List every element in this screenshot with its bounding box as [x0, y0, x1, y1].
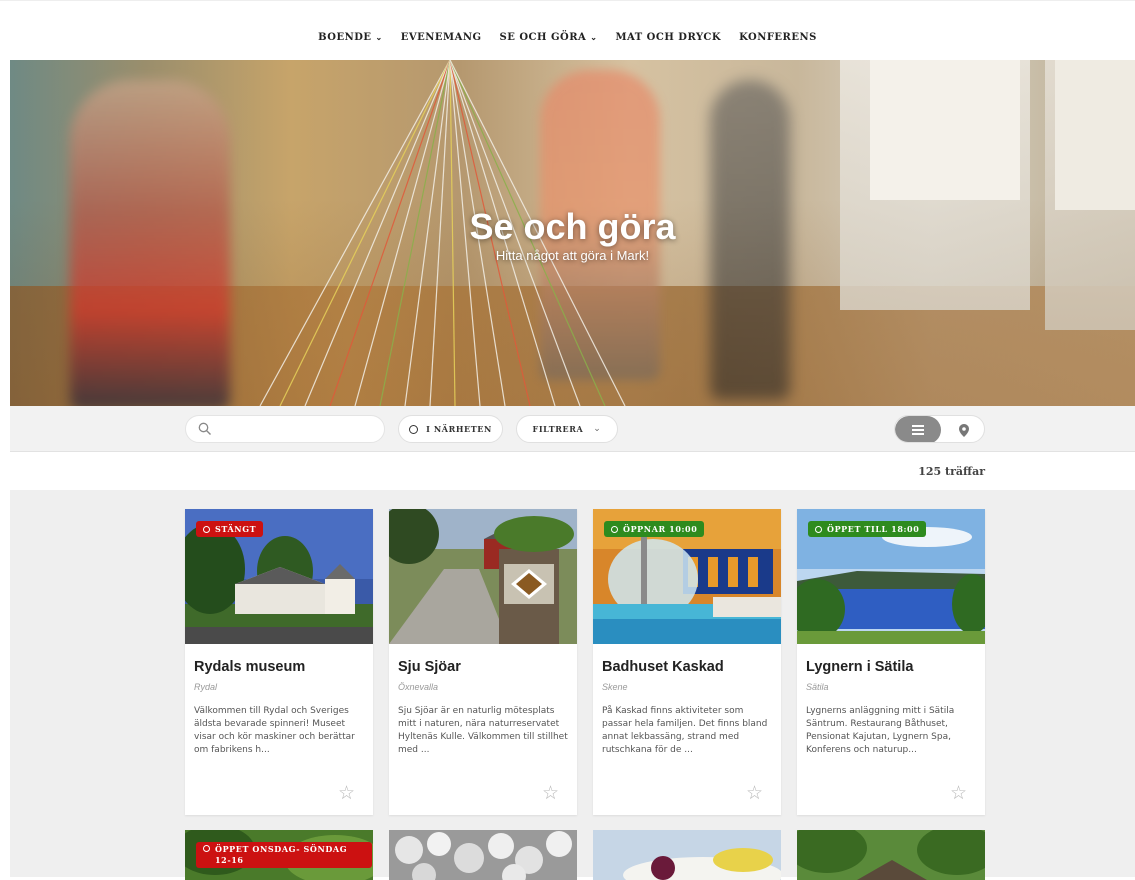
hero-title: Se och göra [469, 206, 676, 247]
chevron-down-icon: ⌄ [590, 32, 598, 42]
nav-item-boende[interactable]: BOENDE ⌄ [309, 32, 392, 43]
nearby-label: I NÄRHETEN [426, 424, 492, 434]
map-view-button[interactable] [941, 416, 984, 442]
clock-icon [611, 525, 618, 533]
card-grid: STÄNGT Rydals museum Rydal Välkommen til… [10, 490, 1135, 880]
nav-item-label: BOENDE [318, 31, 372, 43]
filter-dropdown[interactable]: FILTRERA ⌄ [516, 415, 618, 443]
card-image [389, 830, 577, 880]
nav-item-evenemang[interactable]: EVENEMANG [392, 32, 491, 43]
chevron-down-icon: ⌄ [593, 424, 602, 434]
card-badhuset-kaskad[interactable]: ÖPPNAR 10:00 Badhuset Kaskad Skene På Ka… [593, 509, 781, 815]
status-badge: ÖPPET ONSDAG- SÖNDAG 12-16 [196, 842, 372, 868]
card-title: Sju Sjöar [398, 659, 461, 675]
nav-item-label: EVENEMANG [400, 31, 482, 43]
status-badge: ÖPPNAR 10:00 [604, 521, 705, 537]
card-rydals-museum[interactable]: STÄNGT Rydals museum Rydal Välkommen til… [185, 509, 373, 815]
status-badge-label: ÖPPNAR 10:00 [623, 524, 698, 534]
search-input[interactable] [185, 415, 385, 443]
favorite-star-icon[interactable]: ☆ [746, 784, 763, 803]
clock-icon [203, 525, 210, 533]
favorite-star-icon[interactable]: ☆ [542, 784, 559, 803]
nav-item-konferens[interactable]: KONFERENS [730, 32, 826, 43]
card-title: Badhuset Kaskad [602, 659, 724, 675]
filter-label: FILTRERA [532, 424, 584, 434]
hero-banner: Se och göra Hitta något att göra i Mark! [10, 60, 1135, 406]
nearby-button[interactable]: I NÄRHETEN [398, 415, 503, 443]
clock-icon [815, 525, 822, 533]
nav-menu: BOENDE ⌄ EVENEMANG SE OCH GÖRA ⌄ MAT OCH… [0, 13, 1135, 61]
status-badge-label: STÄNGT [215, 524, 257, 534]
nav-item-se-och-gora[interactable]: SE OCH GÖRA ⌄ [491, 32, 607, 43]
card-description: Välkommen till Rydal och Sveriges äldsta… [194, 706, 355, 755]
clock-icon [203, 845, 210, 852]
hero-hanging-cloth [870, 60, 1020, 200]
chevron-down-icon: ⌄ [375, 32, 383, 42]
location-circle-icon [409, 424, 419, 434]
card-description: På Kaskad finns aktiviteter som passar h… [602, 706, 768, 755]
status-badge-label: ÖPPET ONSDAG- SÖNDAG 12-16 [215, 844, 348, 865]
card-description: Sju Sjöar är en naturlig mötesplats mitt… [398, 706, 568, 755]
hero-hanging-cloth [1055, 60, 1135, 210]
top-navigation: BOENDE ⌄ EVENEMANG SE OCH GÖRA ⌄ MAT OCH… [0, 0, 1135, 60]
nav-item-label: MAT OCH DRYCK [615, 31, 722, 43]
result-count: 125 träffar [918, 465, 985, 478]
map-pin-icon [958, 423, 969, 437]
card-title: Rydals museum [194, 659, 306, 675]
search-icon [198, 422, 211, 435]
card-location: Skene [602, 682, 628, 692]
nav-item-label: KONFERENS [739, 31, 817, 43]
status-badge: ÖPPET TILL 18:00 [808, 521, 927, 537]
card-image [593, 830, 781, 880]
card-location: Sätila [806, 682, 829, 692]
card-location: Öxnevalla [398, 682, 439, 692]
hero-subtitle: Hitta något att göra i Mark! [495, 248, 650, 263]
nav-item-label: SE OCH GÖRA [499, 31, 587, 43]
view-toggle [894, 415, 985, 443]
favorite-star-icon[interactable]: ☆ [338, 784, 355, 803]
filter-bar: I NÄRHETEN FILTRERA ⌄ [10, 406, 1135, 452]
card-image [389, 509, 577, 644]
list-icon [912, 425, 924, 435]
card-sju-sjoar[interactable]: Sju Sjöar Öxnevalla Sju Sjöar är en natu… [389, 509, 577, 815]
list-view-button[interactable] [895, 416, 941, 442]
result-count-bar: 125 träffar [10, 452, 1135, 490]
card-partial[interactable] [389, 830, 577, 880]
card-location: Rydal [194, 682, 218, 692]
status-badge: STÄNGT [196, 521, 264, 537]
card-partial[interactable] [593, 830, 781, 880]
status-badge-label: ÖPPET TILL 18:00 [827, 524, 920, 534]
card-description: Lygnerns anläggning mitt i Sätila Säntru… [806, 706, 955, 755]
favorite-star-icon[interactable]: ☆ [950, 784, 967, 803]
nav-item-mat-och-dryck[interactable]: MAT OCH DRYCK [606, 32, 730, 43]
card-image [797, 830, 985, 880]
card-partial[interactable] [797, 830, 985, 880]
card-lygnern-i-satila[interactable]: ÖPPET TILL 18:00 Lygnern i Sätila Sätila… [797, 509, 985, 815]
card-partial[interactable]: ÖPPET ONSDAG- SÖNDAG 12-16 [185, 830, 373, 880]
card-title: Lygnern i Sätila [806, 659, 914, 675]
